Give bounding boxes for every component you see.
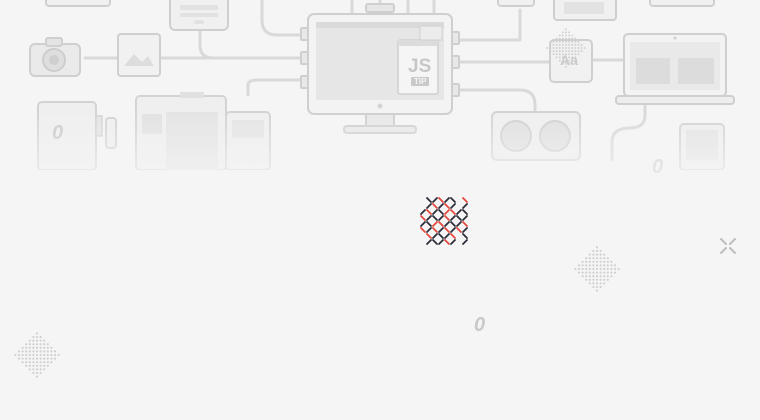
zero-glyph-center: 0: [474, 314, 486, 336]
monitor-badge-sub: TIP: [411, 77, 430, 86]
dot-diamond-top: [546, 28, 586, 68]
dot-diamond-right: [574, 246, 620, 292]
dot-diamond-left: [14, 332, 60, 378]
loading-page: JS TIP Aa 0 0 0: [0, 0, 760, 420]
illustration-fade: [0, 110, 760, 200]
monitor-badge-js: JS: [408, 56, 432, 77]
close-icon[interactable]: [718, 236, 738, 256]
loading-spinner-icon: [420, 197, 468, 245]
